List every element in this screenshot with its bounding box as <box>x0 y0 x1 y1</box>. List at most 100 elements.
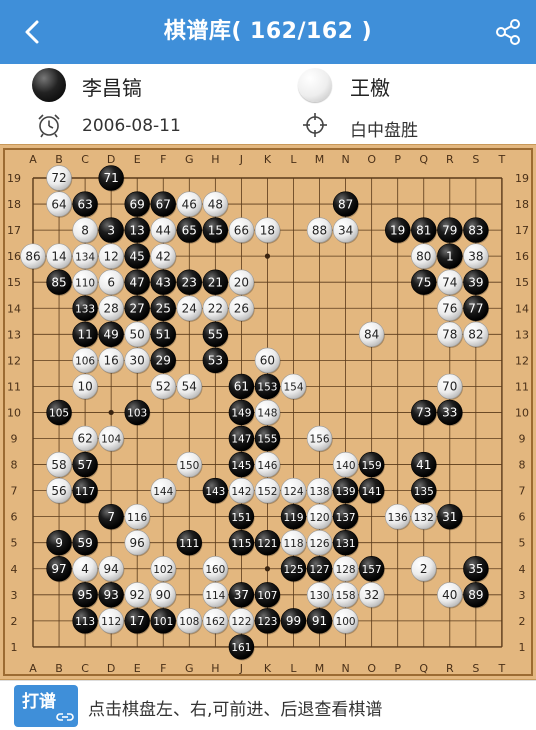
back-button[interactable] <box>14 14 50 50</box>
go-board[interactable]: A A B B C C D D E E F F G G H H J J K K L L M M N N O O P P Q Q R R S S T T 19… <box>0 144 536 680</box>
move-number: 111 <box>179 538 199 550</box>
row-label: 8 <box>11 459 18 472</box>
column-label: G <box>185 662 194 675</box>
row-label: 11 <box>7 380 21 393</box>
black-stone: 155 <box>254 425 281 453</box>
row-label: 3 <box>11 589 18 602</box>
black-stone: 141 <box>358 477 385 505</box>
dapu-button[interactable]: 打谱 <box>14 685 78 727</box>
crosshair-icon <box>303 113 327 137</box>
column-label: H <box>211 153 219 166</box>
move-number: 81 <box>416 223 431 237</box>
black-stone: 127 <box>306 556 333 583</box>
white-stone: 40 <box>437 582 463 609</box>
move-number: 99 <box>286 614 301 628</box>
row-label: 2 <box>11 615 18 628</box>
move-number: 160 <box>205 564 225 576</box>
move-number: 27 <box>130 301 145 315</box>
move-number: 86 <box>25 249 40 263</box>
move-number: 58 <box>51 458 66 472</box>
black-stone: 25 <box>150 295 177 322</box>
move-number: 156 <box>310 434 330 446</box>
black-stone: 99 <box>280 608 307 635</box>
move-number: 72 <box>51 171 66 185</box>
white-stone: 8 <box>72 217 99 244</box>
white-stone: 4 <box>72 556 99 583</box>
row-label: 8 <box>519 459 526 472</box>
black-stone: 3 <box>98 217 125 244</box>
white-stone: 82 <box>463 321 490 348</box>
move-number: 1 <box>446 249 454 263</box>
move-number: 25 <box>156 301 171 315</box>
move-number: 138 <box>310 486 330 498</box>
move-number: 148 <box>257 408 277 420</box>
move-number: 26 <box>234 301 249 315</box>
move-number: 59 <box>77 536 92 550</box>
white-stone: 52 <box>150 373 177 400</box>
move-number: 24 <box>182 301 197 315</box>
white-stone: 112 <box>98 608 125 635</box>
move-number: 112 <box>101 616 121 628</box>
white-stone: 146 <box>254 451 281 479</box>
white-stone: 142 <box>228 477 255 505</box>
move-number: 65 <box>182 223 197 237</box>
move-number: 64 <box>51 197 66 211</box>
move-number: 95 <box>77 588 92 602</box>
move-number: 146 <box>257 460 277 472</box>
column-label: A <box>29 153 37 166</box>
move-number: 159 <box>362 460 382 472</box>
black-stone: 125 <box>280 556 307 583</box>
move-number: 48 <box>208 197 223 211</box>
white-stone: 102 <box>150 556 177 583</box>
board-canvas[interactable]: AABBCCDDEEFFGGHHJJKKLLMMNNOOPPQQRRSSTT19… <box>0 145 536 681</box>
move-number: 147 <box>231 434 251 446</box>
white-stone: 106 <box>72 347 99 374</box>
black-stone: 107 <box>254 582 281 609</box>
black-stone: 13 <box>124 217 151 244</box>
column-label: K <box>264 153 272 166</box>
share-icon <box>496 19 520 45</box>
move-number: 131 <box>336 538 356 550</box>
move-number: 122 <box>231 616 251 628</box>
row-label: 10 <box>7 406 21 419</box>
black-stone: 159 <box>358 451 385 479</box>
move-number: 135 <box>414 486 434 498</box>
move-number: 32 <box>364 588 379 602</box>
move-number: 51 <box>156 328 171 342</box>
move-number: 142 <box>231 486 251 498</box>
row-label: 15 <box>515 276 529 289</box>
black-stone-icon <box>32 68 66 102</box>
move-number: 161 <box>231 642 251 654</box>
move-number: 11 <box>77 328 92 342</box>
white-stone: 58 <box>46 451 73 479</box>
move-number: 56 <box>51 484 66 498</box>
move-number: 70 <box>442 380 457 394</box>
move-number: 101 <box>153 616 173 628</box>
move-number: 77 <box>468 301 483 315</box>
black-stone: 87 <box>332 191 359 218</box>
column-label: F <box>160 153 166 166</box>
move-number: 91 <box>312 614 327 628</box>
move-number: 125 <box>283 564 303 576</box>
row-label: 19 <box>7 172 21 185</box>
move-number: 152 <box>257 486 277 498</box>
move-number: 93 <box>104 588 119 602</box>
white-stone: 34 <box>332 217 359 244</box>
move-number: 140 <box>336 460 356 472</box>
move-number: 76 <box>442 301 457 315</box>
move-number: 29 <box>156 354 171 368</box>
move-number: 28 <box>104 301 119 315</box>
star-point <box>264 253 271 259</box>
move-number: 10 <box>77 380 92 394</box>
move-number: 87 <box>338 197 353 211</box>
row-label: 6 <box>11 511 18 524</box>
move-number: 23 <box>182 275 197 289</box>
share-button[interactable] <box>490 14 526 50</box>
white-stone: 26 <box>228 295 255 322</box>
black-stone: 61 <box>228 373 255 400</box>
move-number: 52 <box>156 380 171 394</box>
black-stone: 103 <box>124 399 151 427</box>
black-stone: 37 <box>228 582 255 609</box>
move-number: 21 <box>208 275 223 289</box>
row-label: 14 <box>7 302 21 315</box>
